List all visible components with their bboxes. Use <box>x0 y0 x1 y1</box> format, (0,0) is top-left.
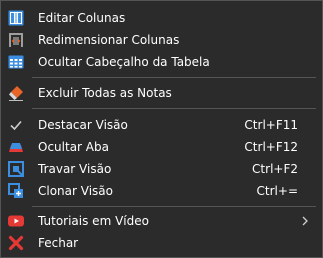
youtube-icon <box>8 213 24 229</box>
menu-item-hide-table-header[interactable]: Ocultar Cabeçalho da Tabela <box>1 51 322 73</box>
edit-columns-icon <box>8 10 24 26</box>
lock-view-icon <box>8 161 24 177</box>
menu-item-delete-all-notes[interactable]: Excluir Todas as Notas <box>1 82 322 104</box>
context-menu: Editar Colunas Redimensionar Colunas Ocu… <box>0 0 323 258</box>
menu-item-highlight-view[interactable]: Destacar Visão Ctrl+F11 <box>1 114 322 136</box>
menu-item-shortcut: Ctrl+F2 <box>252 162 298 176</box>
menu-item-label: Tutoriais em Vídeo <box>38 214 149 228</box>
table-header-icon <box>8 54 24 70</box>
menu-item-edit-columns[interactable]: Editar Colunas <box>1 7 322 29</box>
hide-tab-icon <box>8 139 24 155</box>
menu-item-label: Destacar Visão <box>38 118 128 132</box>
chevron-right-icon <box>300 215 310 227</box>
menu-separator <box>32 206 316 207</box>
menu-item-close[interactable]: Fechar <box>1 232 322 254</box>
resize-columns-icon <box>8 32 24 48</box>
menu-item-label: Ocultar Cabeçalho da Tabela <box>38 55 210 69</box>
clone-view-icon <box>8 183 24 199</box>
checkmark-icon <box>8 117 24 133</box>
menu-item-shortcut: Ctrl+F11 <box>244 118 298 132</box>
menu-item-video-tutorials[interactable]: Tutoriais em Vídeo <box>1 210 322 232</box>
menu-item-label: Redimensionar Colunas <box>38 33 180 47</box>
menu-item-resize-columns[interactable]: Redimensionar Colunas <box>1 29 322 51</box>
menu-separator <box>32 77 316 78</box>
menu-item-label: Ocultar Aba <box>38 140 109 154</box>
eraser-icon <box>8 85 24 101</box>
menu-item-label: Travar Visão <box>38 162 112 176</box>
menu-item-label: Fechar <box>38 236 79 250</box>
menu-item-label: Editar Colunas <box>38 11 126 25</box>
menu-item-hide-tab[interactable]: Ocultar Aba Ctrl+F12 <box>1 136 322 158</box>
menu-item-clone-view[interactable]: Clonar Visão Ctrl+= <box>1 180 322 202</box>
menu-item-label: Clonar Visão <box>38 184 113 198</box>
menu-item-shortcut: Ctrl+F12 <box>244 140 298 154</box>
close-icon <box>8 235 24 251</box>
menu-item-lock-view[interactable]: Travar Visão Ctrl+F2 <box>1 158 322 180</box>
menu-item-shortcut: Ctrl+= <box>256 184 298 198</box>
menu-separator <box>32 108 316 109</box>
menu-item-label: Excluir Todas as Notas <box>38 86 172 100</box>
